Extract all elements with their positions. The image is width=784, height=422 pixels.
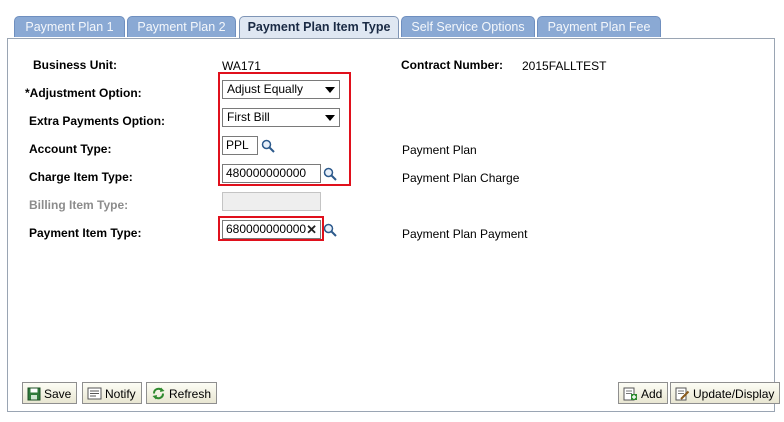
adjustment-option-value: Adjust Equally: [227, 82, 304, 96]
refresh-icon: [152, 387, 165, 400]
tab-bar: Payment Plan 1 Payment Plan 2 Payment Pl…: [14, 16, 784, 38]
billing-item-type-label: Billing Item Type:: [29, 198, 129, 212]
charge-item-type-input[interactable]: 480000000000: [222, 164, 321, 183]
update-display-icon: [675, 387, 690, 401]
business-unit-value: WA171: [222, 59, 261, 73]
refresh-label: Refresh: [169, 386, 212, 401]
tab-payment-plan-1[interactable]: Payment Plan 1: [14, 16, 125, 37]
account-type-input[interactable]: PPL: [222, 136, 258, 155]
notify-label: Notify: [105, 386, 136, 401]
notify-button[interactable]: Notify: [82, 382, 142, 404]
payment-item-type-label: Payment Item Type:: [29, 226, 142, 240]
payment-item-type-value: 680000000000: [226, 222, 307, 236]
tab-payment-plan-fee[interactable]: Payment Plan Fee: [537, 16, 661, 37]
payment-item-type-input[interactable]: 680000000000 ✕: [222, 220, 321, 239]
save-icon: [27, 387, 41, 401]
clear-icon[interactable]: ✕: [306, 223, 317, 236]
add-icon: [623, 387, 637, 401]
search-icon[interactable]: [323, 223, 337, 237]
tab-payment-plan-item-type[interactable]: Payment Plan Item Type: [239, 16, 399, 38]
notify-icon: [87, 387, 102, 400]
update-display-label: Update/Display: [693, 386, 775, 401]
business-unit-label: Business Unit:: [33, 58, 118, 72]
search-icon[interactable]: [323, 167, 337, 181]
extra-payments-option-label: Extra Payments Option:: [29, 114, 166, 128]
adjustment-option-label: *Adjustment Option:: [25, 86, 142, 100]
refresh-button[interactable]: Refresh: [146, 382, 218, 404]
tab-payment-plan-2[interactable]: Payment Plan 2: [127, 16, 236, 37]
search-icon[interactable]: [261, 139, 275, 153]
save-label: Save: [44, 386, 72, 401]
save-button[interactable]: Save: [22, 382, 78, 404]
adjustment-option-select[interactable]: Adjust Equally: [222, 80, 340, 99]
charge-item-type-label: Charge Item Type:: [29, 170, 133, 184]
update-display-button[interactable]: Update/Display: [670, 382, 781, 404]
extra-payments-option-value: First Bill: [227, 110, 270, 124]
add-button[interactable]: Add: [618, 382, 669, 404]
tab-self-service-options[interactable]: Self Service Options: [401, 16, 535, 37]
billing-item-type-input: [222, 192, 321, 211]
account-type-label: Account Type:: [29, 142, 112, 156]
payment-item-type-description: Payment Plan Payment: [402, 227, 528, 241]
chevron-down-icon: [325, 87, 335, 93]
contract-number-label: Contract Number:: [401, 58, 504, 72]
add-label: Add: [641, 386, 663, 401]
extra-payments-option-select[interactable]: First Bill: [222, 108, 340, 127]
charge-item-type-description: Payment Plan Charge: [402, 171, 520, 185]
account-type-description: Payment Plan: [402, 143, 477, 157]
contract-number-value: 2015FALLTEST: [522, 59, 607, 73]
chevron-down-icon: [325, 115, 335, 121]
